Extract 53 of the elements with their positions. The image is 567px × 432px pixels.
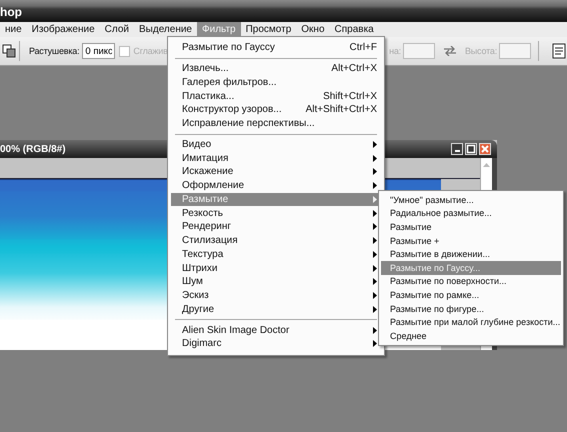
document-title: 00% (RGB/8#) <box>0 144 66 154</box>
menu-item[interactable]: Пластика... Shift+Ctrl+X <box>171 89 381 103</box>
menu-item[interactable]: Размытие в движении... <box>381 247 561 261</box>
app-title: hop <box>0 5 22 21</box>
menu-item[interactable]: Эскиз <box>171 288 381 302</box>
size-label: на: <box>389 46 401 56</box>
menu-item[interactable]: Имитация <box>171 151 381 165</box>
menu-bar-item[interactable]: Справка <box>330 22 379 37</box>
menu-item[interactable]: Рендеринг <box>171 220 381 234</box>
menu-bar-item[interactable]: Изображение <box>26 22 100 37</box>
menu-item[interactable]: Оформление <box>171 178 381 192</box>
menu-bar-item[interactable]: ние <box>0 22 27 37</box>
menu-item[interactable]: Alien Skin Image Doctor <box>171 323 381 337</box>
menu-item[interactable]: Размытие по поверхности... <box>381 274 561 288</box>
menu-item[interactable]: Другие <box>171 302 381 316</box>
menu-item[interactable]: Стилизация <box>171 234 381 248</box>
menu-item[interactable]: Размытие по фигуре... <box>381 302 561 316</box>
feather-label: Растушевка: <box>29 46 80 56</box>
feather-field[interactable]: 0 пикс <box>82 43 116 59</box>
menu-item[interactable]: Искажение <box>171 165 381 179</box>
minimize-icon <box>454 150 460 152</box>
menu-item[interactable]: "Умное" размытие... <box>381 193 561 207</box>
selection-mode-icon[interactable] <box>2 44 16 58</box>
close-icon <box>480 144 490 154</box>
swap-icon[interactable] <box>442 46 457 56</box>
close-button[interactable] <box>479 143 491 155</box>
menu-item[interactable]: Размытие по Гауссу Ctrl+F <box>171 41 381 55</box>
antialias-label: Сглажив <box>133 46 168 56</box>
menu-item[interactable]: Резкость <box>171 206 381 220</box>
menu-item[interactable]: Штрихи <box>171 261 381 275</box>
menu-bar-item[interactable]: Окно <box>296 22 330 37</box>
menu-item[interactable]: Среднее <box>381 328 561 343</box>
scroll-up-icon[interactable] <box>483 162 490 167</box>
menu-item[interactable]: Шум <box>171 275 381 289</box>
menu-item[interactable]: Извлечь... Alt+Ctrl+X <box>171 62 381 76</box>
menu-bar-item[interactable]: Слой <box>100 22 134 37</box>
menu-item[interactable]: Видео <box>171 138 381 152</box>
menu-bar-item[interactable]: Просмотр <box>240 22 296 37</box>
menu-item[interactable]: Размытие <box>381 220 561 234</box>
menu-item[interactable]: Размытие по рамке... <box>381 288 561 302</box>
maximize-button[interactable] <box>465 143 477 155</box>
menu-item[interactable]: Конструктор узоров... Alt+Shift+Ctrl+X <box>171 103 381 117</box>
size-label: Высота: <box>464 46 497 56</box>
menu-item[interactable]: Размытие при малой глубине резкости... <box>381 315 561 329</box>
minimize-button[interactable] <box>451 143 463 155</box>
maximize-icon <box>466 144 476 154</box>
menu-item[interactable]: Размытие + <box>381 234 561 248</box>
menu-bar-item[interactable]: Выделение <box>134 22 197 37</box>
menu-item[interactable]: Текстура <box>171 248 381 262</box>
menu-item[interactable]: Digimarc <box>171 337 381 351</box>
menu-item[interactable]: Галерея фильтров... <box>171 76 381 90</box>
menu-item[interactable]: Радиальное размытие... <box>381 206 561 220</box>
menu-item[interactable]: Исправление перспективы... <box>171 116 381 130</box>
